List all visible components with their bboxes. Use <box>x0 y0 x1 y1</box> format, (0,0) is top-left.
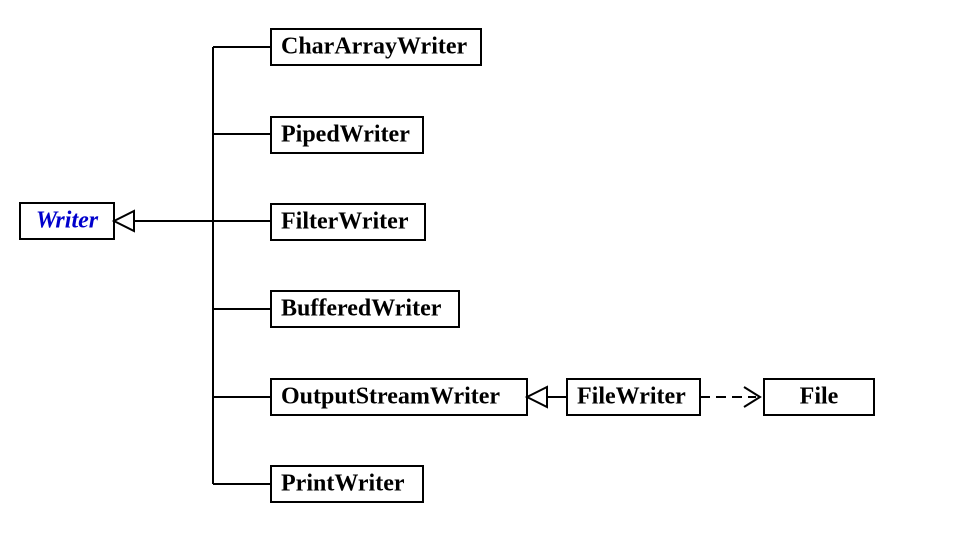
class-printwriter: PrintWriter <box>271 466 423 502</box>
class-printwriter-label: PrintWriter <box>281 471 405 497</box>
class-bufferedwriter: BufferedWriter <box>271 291 459 327</box>
generalization-arrowhead-filewriter <box>527 387 547 407</box>
class-file: File <box>764 379 874 415</box>
class-outputstreamwriter: OutputStreamWriter <box>271 379 527 415</box>
class-filewriter-label: FileWriter <box>577 384 686 410</box>
class-bufferedwriter-label: BufferedWriter <box>281 296 442 322</box>
uml-diagram: Writer CharArrayWriter PipedWriter Filte… <box>0 0 959 534</box>
class-writer-label: Writer <box>36 208 99 234</box>
class-chararraywriter: CharArrayWriter <box>271 29 481 65</box>
class-filewriter: FileWriter <box>567 379 700 415</box>
class-pipedwriter: PipedWriter <box>271 117 423 153</box>
class-chararraywriter-label: CharArrayWriter <box>281 34 468 60</box>
class-writer: Writer <box>20 203 114 239</box>
class-filterwriter-label: FilterWriter <box>281 209 409 235</box>
class-pipedwriter-label: PipedWriter <box>281 122 410 148</box>
class-file-label: File <box>800 384 839 410</box>
class-filterwriter: FilterWriter <box>271 204 425 240</box>
class-outputstreamwriter-label: OutputStreamWriter <box>281 384 500 410</box>
generalization-arrowhead <box>114 211 134 231</box>
